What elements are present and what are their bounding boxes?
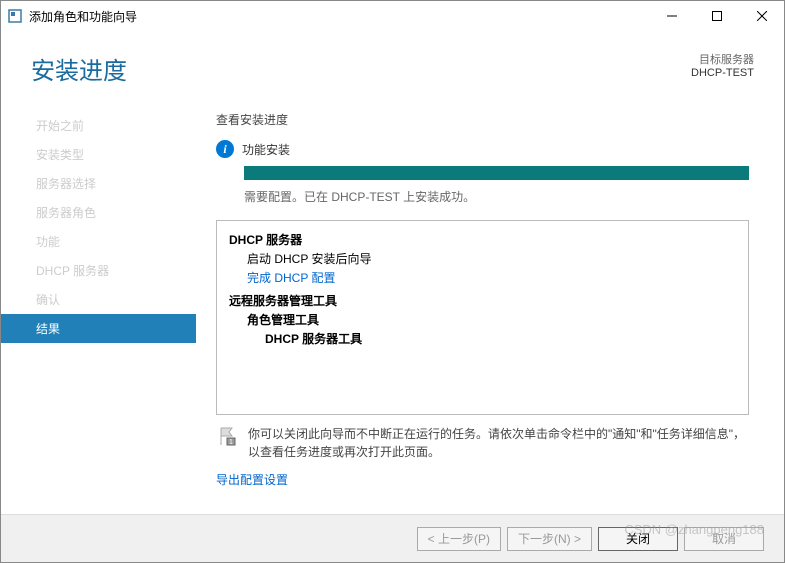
minimize-button[interactable] [649,1,694,31]
svg-text:1: 1 [229,439,233,446]
sidebar-item-server-select: 服务器选择 [1,169,196,198]
target-label: 目标服务器 [691,51,754,67]
close-dialog-button[interactable]: 关闭 [598,527,678,551]
maximize-button[interactable] [694,1,739,31]
sidebar-item-features: 功能 [1,227,196,256]
status-text: 需要配置。已在 DHCP-TEST 上安装成功。 [244,188,749,205]
target-info: 目标服务器 DHCP-TEST [691,51,754,79]
sidebar: 开始之前 安装类型 服务器选择 服务器角色 功能 DHCP 服务器 确认 结果 [1,101,196,496]
header: 安装进度 目标服务器 DHCP-TEST [1,31,784,101]
cancel-button: 取消 [684,527,764,551]
info-row: i 功能安装 [216,140,749,158]
app-icon [7,8,23,24]
flag-icon: 1 [216,425,238,447]
footer: < 上一步(P) 下一步(N) > 关闭 取消 [1,514,784,562]
note-row: 1 你可以关闭此向导而不中断正在运行的任务。请依次单击命令栏中的"通知"和"任务… [216,425,749,461]
tree-dhcp-tools: DHCP 服务器工具 [265,330,736,347]
window-title: 添加角色和功能向导 [29,8,649,25]
main-area: 开始之前 安装类型 服务器选择 服务器角色 功能 DHCP 服务器 确认 结果 … [1,101,784,496]
info-text: 功能安装 [242,141,290,158]
tree-dhcp-wizard: 启动 DHCP 安装后向导 [247,250,736,267]
close-button[interactable] [739,1,784,31]
sidebar-item-results[interactable]: 结果 [1,314,196,343]
note-text: 你可以关闭此向导而不中断正在运行的任务。请依次单击命令栏中的"通知"和"任务详细… [248,425,749,461]
sidebar-item-before-begin: 开始之前 [1,111,196,140]
page-title: 安装进度 [31,51,127,86]
tree-role-tools: 角色管理工具 [247,311,736,328]
prev-button: < 上一步(P) [417,527,501,551]
sidebar-item-server-roles: 服务器角色 [1,198,196,227]
window-controls [649,1,784,31]
tree-dhcp-config-link[interactable]: 完成 DHCP 配置 [247,269,736,286]
section-label: 查看安装进度 [216,111,749,128]
install-tree: DHCP 服务器 启动 DHCP 安装后向导 完成 DHCP 配置 远程服务器管… [216,220,749,415]
content: 查看安装进度 i 功能安装 需要配置。已在 DHCP-TEST 上安装成功。 D… [196,101,784,496]
titlebar: 添加角色和功能向导 [1,1,784,31]
export-config-link[interactable]: 导出配置设置 [216,471,288,488]
sidebar-item-confirm: 确认 [1,285,196,314]
tree-remote-tools: 远程服务器管理工具 [229,292,736,309]
next-button: 下一步(N) > [507,527,592,551]
info-icon: i [216,140,234,158]
sidebar-item-dhcp-server: DHCP 服务器 [1,256,196,285]
sidebar-item-install-type: 安装类型 [1,140,196,169]
tree-dhcp-server: DHCP 服务器 [229,231,736,248]
progress-bar [244,166,749,180]
target-server: DHCP-TEST [691,67,754,79]
